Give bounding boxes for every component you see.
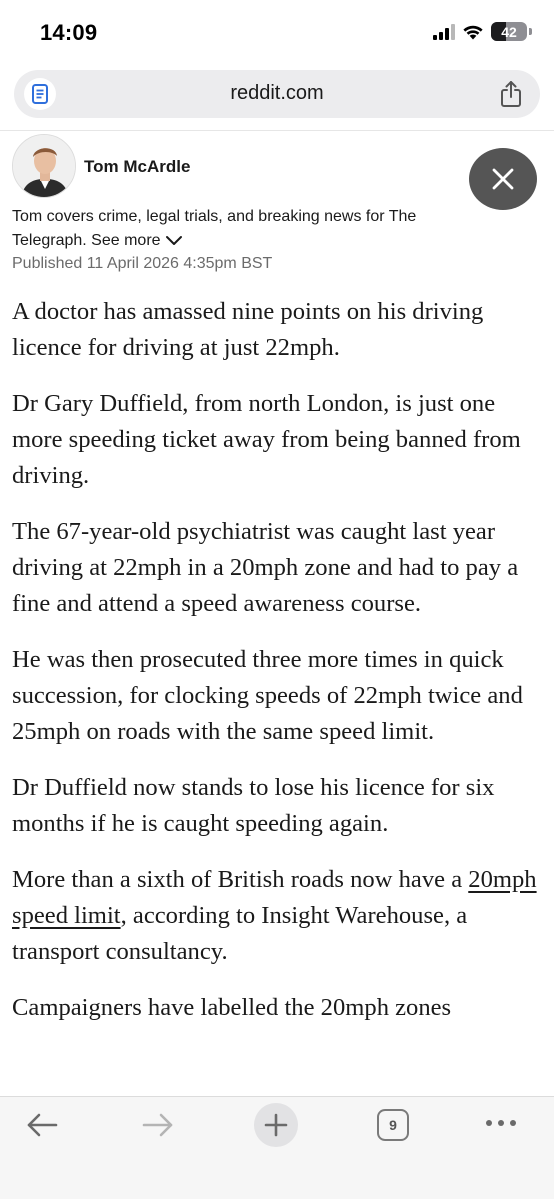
published-date: Published 11 April 2026 4:35pm BST [12, 255, 273, 272]
article-paragraph: Dr Gary Duffield, from north London, is … [12, 390, 521, 489]
back-arrow-icon[interactable] [26, 1111, 58, 1139]
close-icon [492, 168, 514, 190]
article-body: A doctor has amassed nine points on his … [12, 294, 544, 1046]
plus-icon [264, 1113, 288, 1137]
article-paragraph: Dr Duffield now stands to lose his licen… [12, 774, 495, 837]
article-paragraph-partial: Campaigners have labelled the 20mph zone… [12, 994, 452, 1021]
more-dots-icon[interactable] [484, 1113, 518, 1133]
article-paragraph: The 67-year-old psychiatrist was caught … [12, 518, 519, 617]
article-paragraph: More than a sixth of British roads now h… [12, 862, 544, 970]
new-tab-button[interactable] [254, 1103, 298, 1147]
chevron-down-icon [165, 236, 182, 245]
see-more-button[interactable]: See more [91, 229, 182, 253]
cellular-signal-icon [433, 23, 455, 40]
status-time: 14:09 [40, 20, 98, 45]
battery-percent: 42 [501, 23, 517, 40]
screen: 14:09 42 reddit.com Tom McArdle Tom cove… [0, 0, 554, 1199]
share-icon[interactable] [498, 80, 524, 108]
tabs-button[interactable]: 9 [377, 1109, 409, 1141]
article-paragraph: He was then prosecuted three more times … [12, 646, 523, 745]
wifi-icon [463, 25, 483, 39]
bottom-toolbar: 9 [0, 1096, 554, 1199]
author-bio: Tom covers crime, legal trials, and brea… [12, 205, 492, 253]
author-photo [13, 135, 75, 197]
article-text: More than a sixth of British roads now h… [12, 866, 469, 893]
url-text[interactable]: reddit.com [14, 82, 540, 105]
battery-tip [529, 28, 532, 35]
forward-arrow-icon[interactable] [142, 1111, 174, 1139]
close-button[interactable] [469, 148, 537, 210]
url-bar[interactable]: reddit.com [14, 70, 540, 118]
tab-count: 9 [389, 1117, 397, 1133]
status-icons: 42 [433, 22, 532, 41]
battery-icon: 42 [491, 22, 527, 41]
author-bio-text: Tom covers crime, legal trials, and brea… [12, 208, 417, 249]
status-bar: 14:09 42 [0, 0, 554, 64]
header-divider [0, 130, 554, 131]
author-name[interactable]: Tom McArdle [84, 157, 190, 177]
see-more-label: See more [91, 232, 161, 249]
article-paragraph: A doctor has amassed nine points on his … [12, 298, 484, 361]
author-avatar[interactable] [12, 134, 76, 198]
